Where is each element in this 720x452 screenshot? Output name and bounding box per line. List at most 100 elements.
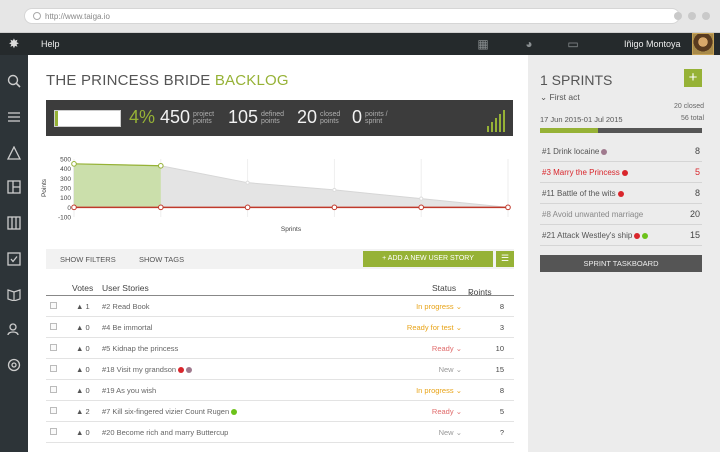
table-row[interactable]: ▲ 0 #4 Be immortal Ready for test ⌄ 3 <box>46 317 514 338</box>
menu-icon[interactable] <box>0 104 28 130</box>
status-dropdown[interactable]: Ready ⌄ <box>376 344 462 353</box>
table-row[interactable]: ▲ 0 #19 As you wish In progress ⌄ 8 <box>46 380 514 401</box>
tag-dot <box>617 191 624 197</box>
user-story-link[interactable]: #5 Kidnap the princess <box>102 344 178 353</box>
row-checkbox[interactable] <box>50 365 57 372</box>
row-checkbox[interactable] <box>50 386 57 393</box>
points-sprint-stat: 0 points / sprint <box>352 106 399 128</box>
points-value[interactable]: ? <box>470 428 504 437</box>
browser-dot-icon[interactable] <box>674 12 682 20</box>
vote-count[interactable]: ▲ 0 <box>76 344 90 353</box>
defined-points-label: defined points <box>261 111 285 125</box>
section-name: BACKLOG <box>214 72 289 89</box>
stories-header[interactable]: User Stories <box>102 283 149 293</box>
sprint-taskboard-button[interactable]: SPRINT TASKBOARD <box>540 255 702 272</box>
taiga-logo-icon[interactable]: ✸ <box>0 33 28 55</box>
browser-dot-icon[interactable] <box>688 12 696 20</box>
data-point <box>331 204 338 211</box>
sprint-story-title: #3 Marry the Princess <box>542 168 628 177</box>
user-story-link[interactable]: #20 Become rich and marry Buttercup <box>102 428 228 437</box>
points-value[interactable]: 10 <box>470 344 504 353</box>
vote-value: 1 <box>85 302 90 311</box>
add-user-story-button[interactable]: + ADD A NEW USER STORY <box>363 251 493 267</box>
row-checkbox[interactable] <box>50 407 57 414</box>
settings-icon[interactable] <box>0 352 28 378</box>
vote-count[interactable]: ▲ 0 <box>76 428 90 437</box>
user-story-link[interactable]: #2 Read Book <box>102 302 150 311</box>
row-checkbox[interactable] <box>50 323 57 330</box>
sprint-story-item[interactable]: #3 Marry the Princess 5 <box>540 162 702 183</box>
user-story-link[interactable]: #18 Visit my grandson <box>102 365 193 374</box>
sprint-story-label: #1 Drink locaine <box>542 147 600 156</box>
status-dropdown[interactable]: In progress ⌄ <box>376 386 462 395</box>
page-title: THE PRINCESS BRIDE BACKLOG <box>46 72 289 89</box>
table-row[interactable]: ▲ 0 #20 Become rich and marry Buttercup Ne… <box>46 422 514 443</box>
backlog-table: Votes User Stories Status Points ⌄ ▲ 1 #2… <box>46 279 514 443</box>
projects-grid-icon[interactable]: ▦ <box>476 37 490 51</box>
user-story-link[interactable]: #7 Kill six-fingered vizier Count Rugen <box>102 407 238 416</box>
timeline-icon[interactable] <box>0 140 28 166</box>
notifications-icon[interactable]: ▭ <box>566 37 580 51</box>
points-sprint-label: points / sprint <box>365 111 388 125</box>
wiki-icon[interactable] <box>0 281 28 307</box>
sprint-story-item[interactable]: #8 Avoid unwanted marriage 20 <box>540 204 702 225</box>
add-sprint-button[interactable]: + <box>684 69 702 87</box>
kanban-icon[interactable] <box>0 210 28 236</box>
status-dropdown[interactable]: New ⌄ <box>376 428 462 437</box>
team-icon[interactable] <box>0 316 28 342</box>
points-value[interactable]: 15 <box>470 365 504 374</box>
url-bar[interactable]: http://www.taiga.io <box>24 8 680 24</box>
backlog-icon[interactable] <box>0 174 28 200</box>
table-row[interactable]: ▲ 2 #7 Kill six-fingered vizier Count Rug… <box>46 401 514 422</box>
chevron-down-icon: ⌄ <box>455 323 462 332</box>
vote-count[interactable]: ▲ 1 <box>76 302 90 311</box>
table-row[interactable]: ▲ 0 #18 Visit my grandson New ⌄ 15 <box>46 359 514 380</box>
defined-points-value: 105 <box>228 107 259 127</box>
closed-points-label: closed points <box>320 111 341 125</box>
status-dropdown[interactable]: New ⌄ <box>376 365 462 374</box>
tag-dot <box>642 233 649 239</box>
sprint-story-item[interactable]: #1 Drink locaine 8 <box>540 141 702 162</box>
sprint-story-item[interactable]: #11 Battle of the wits 8 <box>540 183 702 204</box>
user-story-title: #2 Read Book <box>102 302 150 311</box>
tag-dot <box>601 149 608 155</box>
row-checkbox[interactable] <box>50 428 57 435</box>
sprint-name[interactable]: ⌄ First act <box>540 92 580 103</box>
status-dropdown[interactable]: In progress ⌄ <box>376 302 462 311</box>
activity-icon[interactable]: ◕ <box>522 37 536 51</box>
row-checkbox[interactable] <box>50 344 57 351</box>
chevron-down-icon: ⌄ <box>455 428 462 437</box>
search-icon[interactable] <box>0 68 28 94</box>
vote-count[interactable]: ▲ 0 <box>76 386 90 395</box>
sprint-total-count: 56 total <box>681 115 704 122</box>
help-link[interactable]: Help <box>41 39 60 49</box>
issues-icon[interactable] <box>0 246 28 272</box>
votes-header[interactable]: Votes <box>72 283 93 293</box>
status-dropdown[interactable]: Ready ⌄ <box>376 407 462 416</box>
user-story-link[interactable]: #4 Be immortal <box>102 323 152 332</box>
sprint-story-label: #3 Marry the Princess <box>542 168 620 177</box>
row-checkbox[interactable] <box>50 302 57 309</box>
vote-count[interactable]: ▲ 0 <box>76 323 90 332</box>
avatar[interactable] <box>692 33 714 55</box>
table-row[interactable]: ▲ 0 #5 Kidnap the princess Ready ⌄ 10 <box>46 338 514 359</box>
table-row[interactable]: ▲ 1 #2 Read Book In progress ⌄ 8 <box>46 296 514 317</box>
browser-dot-icon[interactable] <box>702 12 710 20</box>
user-name[interactable]: Iñigo Montoya <box>624 39 681 49</box>
status-header[interactable]: Status <box>432 283 456 293</box>
status-dropdown[interactable]: Ready for test ⌄ <box>376 323 462 332</box>
points-value[interactable]: 8 <box>470 302 504 311</box>
vote-count[interactable]: ▲ 2 <box>76 407 90 416</box>
vote-count[interactable]: ▲ 0 <box>76 365 90 374</box>
status-label: New <box>438 428 454 437</box>
points-value[interactable]: 8 <box>470 386 504 395</box>
show-filters-button[interactable]: SHOW FILTERS <box>60 255 116 264</box>
user-story-link[interactable]: #19 As you wish <box>102 386 156 395</box>
sprint-story-item[interactable]: #21 Attack Westley's ship 15 <box>540 225 702 246</box>
points-value[interactable]: 5 <box>470 407 504 416</box>
bulk-add-icon[interactable]: ☰ <box>496 251 514 267</box>
show-tags-button[interactable]: SHOW TAGS <box>139 255 184 264</box>
progress-stat: 4% <box>129 106 155 128</box>
points-value[interactable]: 3 <box>470 323 504 332</box>
closed-points-value: 20 <box>297 107 318 127</box>
